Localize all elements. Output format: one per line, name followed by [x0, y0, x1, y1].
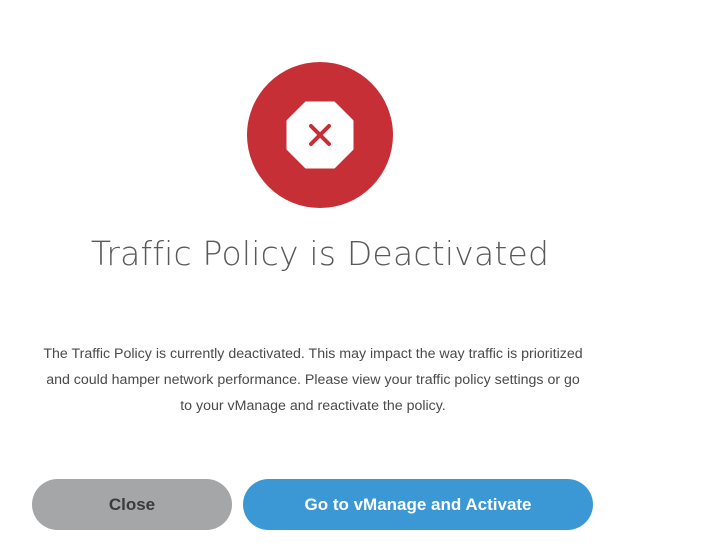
error-status-badge — [247, 62, 393, 208]
deactivated-policy-dialog: Traffic Policy is Deactivated The Traffi… — [0, 0, 707, 556]
dialog-title: Traffic Policy is Deactivated — [90, 234, 550, 273]
close-button[interactable]: Close — [32, 479, 232, 530]
close-button-label: Close — [108, 494, 156, 514]
dialog-message: The Traffic Policy is currently deactiva… — [0, 341, 626, 419]
message-line: to your vManage and reactivate the polic… — [180, 398, 446, 414]
message-line: and could hamper network performance. Pl… — [46, 372, 580, 388]
activate-button-label: Go to vManage and Activate — [304, 494, 532, 514]
go-to-vmanage-activate-button[interactable]: Go to vManage and Activate — [243, 479, 593, 530]
octagon-x-icon — [286, 101, 354, 169]
message-line: The Traffic Policy is currently deactiva… — [43, 346, 583, 362]
